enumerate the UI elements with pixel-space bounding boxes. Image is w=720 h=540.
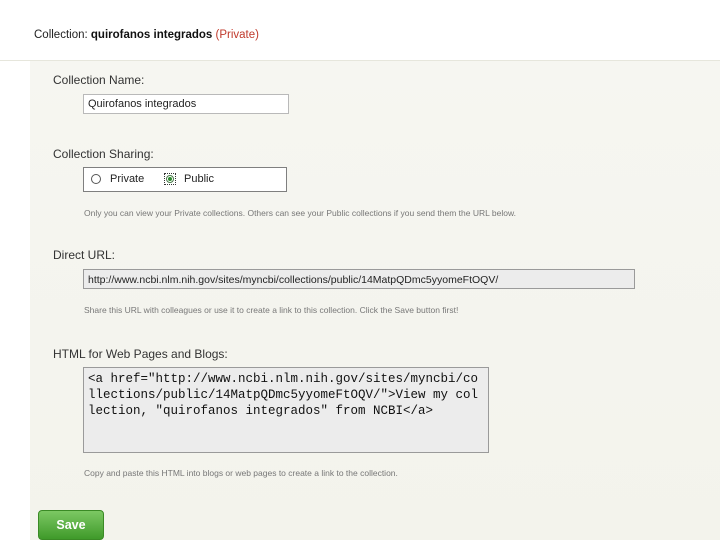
- collection-title-prefix: Collection:: [34, 29, 88, 41]
- private-radio[interactable]: [91, 174, 101, 184]
- public-radio-label[interactable]: Public: [184, 173, 214, 185]
- direct-url-field[interactable]: http://www.ncbi.nlm.nih.gov/sites/myncbi…: [83, 269, 635, 289]
- collection-title-name: quirofanos integrados: [90, 29, 213, 41]
- html-help-text: Copy and paste this HTML into blogs or w…: [84, 468, 398, 478]
- collection-title: Collection: quirofanos integrados (Priva…: [34, 29, 259, 41]
- html-snippet-textarea[interactable]: <a href="http://www.ncbi.nlm.nih.gov/sit…: [83, 367, 489, 453]
- save-button[interactable]: Save: [38, 510, 104, 540]
- sharing-help-text: Only you can view your Private collectio…: [84, 208, 516, 218]
- private-radio-label[interactable]: Private: [110, 173, 144, 185]
- collection-name-label: Collection Name:: [53, 73, 145, 87]
- collection-name-input[interactable]: [83, 94, 289, 114]
- privacy-status: (Private): [215, 29, 259, 41]
- html-snippet-label: HTML for Web Pages and Blogs:: [53, 347, 228, 361]
- collection-sharing-label: Collection Sharing:: [53, 147, 154, 161]
- public-radio[interactable]: [164, 173, 176, 185]
- public-radio-selected-dot: [166, 175, 174, 183]
- collection-header: Collection: quirofanos integrados (Priva…: [0, 0, 720, 61]
- url-help-text: Share this URL with colleagues or use it…: [84, 305, 459, 315]
- collection-sharing-options: Private Public: [83, 167, 287, 192]
- direct-url-label: Direct URL:: [53, 248, 116, 262]
